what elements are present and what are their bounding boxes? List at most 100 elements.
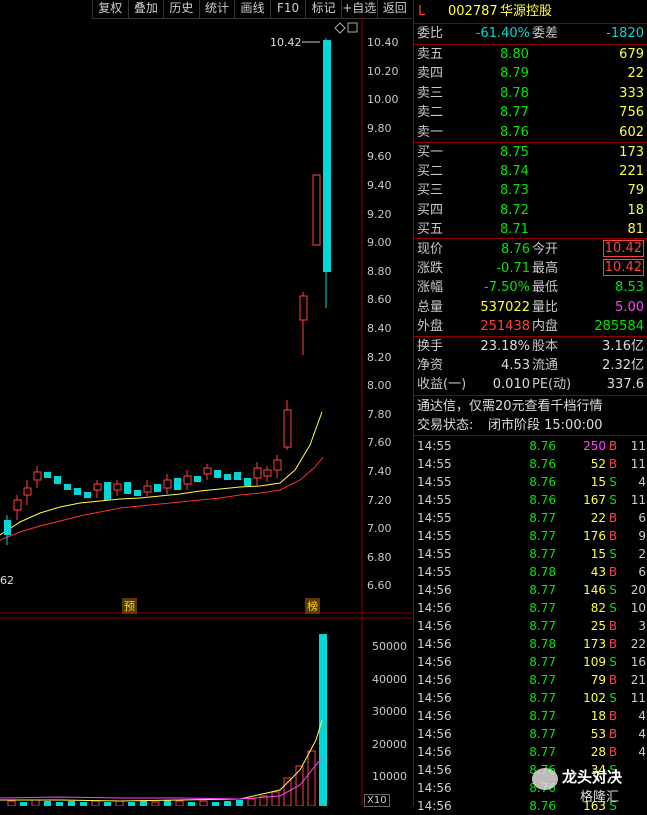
candle-body <box>214 470 221 478</box>
tick-row[interactable]: 14:56 8.77 28 B 4 <box>414 743 647 761</box>
tick-row[interactable]: 14:56 8.77 102 S 11 <box>414 689 647 707</box>
order-book-row[interactable]: 买一 8.75 173 <box>414 143 647 162</box>
stat-row: 涨幅 -7.50% 最低 8.53 <box>417 280 644 296</box>
volume-ma-line <box>0 719 323 802</box>
candle-body <box>273 459 282 471</box>
stat-row: 总量 537022 量比 5.00 <box>417 299 644 315</box>
order-book-row[interactable]: 卖四 8.79 22 <box>414 64 647 83</box>
watermark: 龙头对决 格隆汇 <box>532 764 646 805</box>
gelonghui-logo: 格隆汇 <box>580 790 620 805</box>
tick-row[interactable]: 14:55 8.76 250 B 11 <box>414 437 647 455</box>
price-axis-label: 10.40 <box>367 36 399 49</box>
tick-row[interactable]: 14:56 8.77 25 B 3 <box>414 617 647 635</box>
volume-bar <box>175 800 184 806</box>
candle-body <box>194 476 201 482</box>
price-axis-label: 6.60 <box>367 579 392 593</box>
price-axis-label: 9.60 <box>367 150 392 164</box>
tick-row[interactable]: 14:55 8.78 43 B 6 <box>414 563 647 581</box>
volume-bar-group <box>0 634 327 806</box>
tick-row[interactable]: 14:56 8.77 146 S 20 <box>414 581 647 599</box>
price-axis-label: 6.80 <box>367 550 392 564</box>
volume-bar <box>212 802 219 806</box>
candle-body <box>183 475 192 485</box>
volume-axis-label: 50000 <box>372 640 407 653</box>
header-l: L <box>418 4 426 19</box>
high-price-label: 10.42 <box>270 36 302 49</box>
marker-bang[interactable]: 榜 <box>305 598 320 614</box>
tick-row[interactable]: 14:55 8.77 22 B 6 <box>414 509 647 527</box>
price-axis-label: 7.20 <box>367 493 392 507</box>
order-book-row[interactable]: 买五 8.71 81 <box>414 220 647 239</box>
price-axis-label: 8.20 <box>367 350 392 364</box>
tick-row[interactable]: 14:56 8.77 109 S 16 <box>414 653 647 671</box>
volume-bar <box>224 801 231 806</box>
tick-row[interactable]: 14:55 8.77 176 B 9 <box>414 527 647 545</box>
order-book-row[interactable]: 卖二 8.77 756 <box>414 103 647 122</box>
tick-row[interactable]: 14:56 8.78 173 B 22 <box>414 635 647 653</box>
candle-body <box>174 478 181 490</box>
marker-yu[interactable]: 预 <box>122 598 137 614</box>
tick-row[interactable]: 14:55 8.76 167 S 11 <box>414 491 647 509</box>
price-axis-label: 9.80 <box>367 121 392 135</box>
candle-body <box>44 472 51 478</box>
candle-body <box>23 487 32 496</box>
tick-row[interactable]: 14:56 8.77 53 B 4 <box>414 725 647 743</box>
order-book-row[interactable]: 买三 8.73 79 <box>414 181 647 200</box>
kline-chart-area[interactable]: 复权 叠加 历史 统计 画线 F10 标记 +自选 返回 10.42 62 预 … <box>0 0 412 807</box>
price-axis-label: 10.20 <box>367 64 399 78</box>
volume-bar <box>104 802 111 806</box>
candlestick-group <box>4 38 331 545</box>
price-axis-label: 7.80 <box>367 407 392 421</box>
candle-body <box>253 467 262 479</box>
candle-body <box>234 472 241 480</box>
diamond-icon[interactable] <box>334 22 346 34</box>
candle-body <box>143 485 152 493</box>
stat-row: 外盘 251438 内盘 285584 <box>417 318 644 334</box>
price-axis-label: 8.60 <box>367 293 392 307</box>
candle-body <box>93 483 102 491</box>
volume-axis-label: 20000 <box>372 737 407 751</box>
volume-bar <box>80 802 87 806</box>
volume-bar <box>44 801 51 806</box>
candle-body <box>4 520 11 535</box>
volume-bar <box>20 802 27 806</box>
tick-row[interactable]: 14:56 8.77 79 B 21 <box>414 671 647 689</box>
candle-body <box>283 409 292 448</box>
volume-bar <box>199 800 208 806</box>
volume-bar <box>271 791 280 806</box>
order-book-row[interactable]: 买二 8.74 221 <box>414 162 647 181</box>
volume-bar <box>68 801 75 806</box>
tick-row[interactable]: 14:56 8.77 18 B 4 <box>414 707 647 725</box>
tick-row[interactable]: 14:55 8.76 15 S 4 <box>414 473 647 491</box>
quote-panel: L 002787 华源控股 委比 -61.40% 委差 -1820 卖五 8.80… <box>413 0 647 813</box>
promo-banner[interactable]: 通达信，仅需20元查看千档行情 <box>414 397 647 416</box>
volume-bar <box>140 801 147 806</box>
window-icon[interactable] <box>347 22 358 33</box>
candle-body <box>203 467 212 475</box>
kline-svg[interactable] <box>0 0 412 806</box>
candle-body <box>124 482 131 494</box>
candle-body <box>312 174 321 246</box>
tick-row[interactable]: 14:55 8.77 15 S 2 <box>414 545 647 563</box>
candle-body <box>323 40 331 272</box>
candle-body <box>163 479 172 489</box>
volume-bar <box>7 800 16 806</box>
order-book-row[interactable]: 卖五 8.80 679 <box>414 45 647 64</box>
stat-row: 现价 8.76 今开 10.42 <box>417 240 644 257</box>
order-book-row[interactable]: 卖三 8.78 333 <box>414 84 647 103</box>
price-axis-label: 7.60 <box>367 436 392 450</box>
stat-row: 涨跌 -0.71 最高 10.42 <box>417 259 644 277</box>
volume-bar <box>115 800 124 806</box>
candle-body <box>84 492 91 498</box>
order-book-row[interactable]: 买四 8.72 18 <box>414 201 647 220</box>
stat-row: 净资 4.53 流通 2.32亿 <box>417 358 644 374</box>
volume-unit-label: X10 <box>364 794 390 807</box>
price-axis-label: 9.40 <box>367 179 392 192</box>
tick-row[interactable]: 14:56 8.77 82 S 10 <box>414 599 647 617</box>
order-book-row[interactable]: 卖一 8.76 602 <box>414 123 647 142</box>
volume-bar <box>151 801 160 806</box>
price-axis-label: 8.80 <box>367 264 392 278</box>
candle-body <box>54 476 61 484</box>
price-axis-label: 8.00 <box>367 379 392 393</box>
tick-row[interactable]: 14:55 8.76 52 B 11 <box>414 455 647 473</box>
